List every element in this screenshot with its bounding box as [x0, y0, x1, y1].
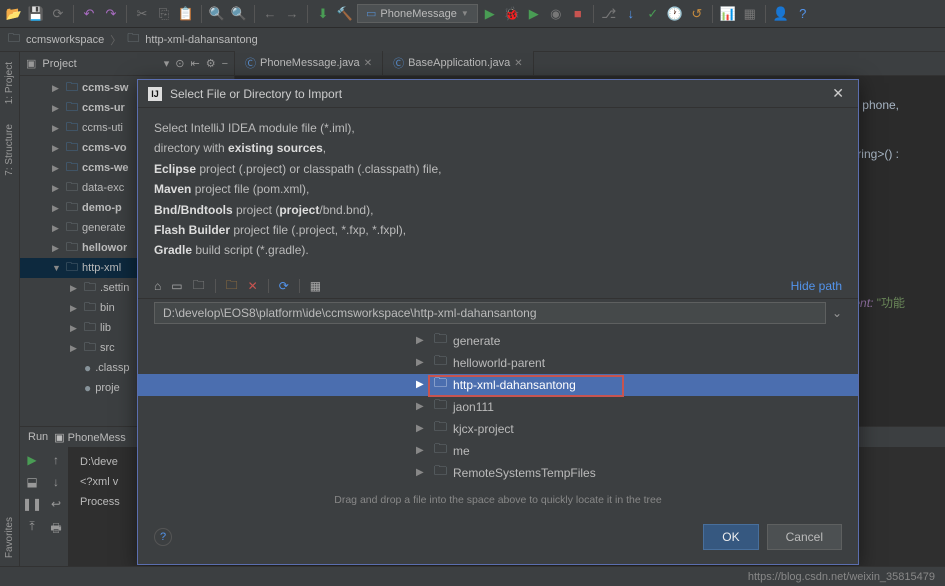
project-root-icon[interactable]: 🗀 [193, 276, 205, 297]
file-tree-item[interactable]: ▶🗀generate [138, 330, 858, 352]
close-icon[interactable]: ✕ [828, 85, 848, 102]
file-tree-item[interactable]: ▶🗀RemoteSystemsTempFiles [138, 462, 858, 484]
desktop-icon[interactable]: ▭ [171, 279, 182, 293]
cancel-button[interactable]: Cancel [767, 524, 842, 550]
status-bar: https://blog.csdn.net/weixin_35815479 [0, 566, 945, 586]
file-tree-item[interactable]: ▶🗀jaon111 [138, 396, 858, 418]
path-input[interactable] [154, 302, 826, 324]
footer-text: https://blog.csdn.net/weixin_35815479 [748, 571, 935, 583]
refresh-icon[interactable]: ⟳ [279, 279, 289, 293]
new-folder-icon[interactable]: 🗀 [226, 276, 238, 297]
file-tree[interactable]: ▶🗀generate▶🗀helloworld-parent▶🗀http-xml-… [138, 330, 858, 490]
hide-path-link[interactable]: Hide path [791, 279, 842, 293]
ok-button[interactable]: OK [703, 524, 758, 550]
file-tree-item[interactable]: ▶🗀helloworld-parent [138, 352, 858, 374]
dialog-hint: Drag and drop a file into the space abov… [138, 490, 858, 514]
file-tree-item[interactable]: ▶🗀me [138, 440, 858, 462]
delete-icon[interactable]: ✕ [248, 279, 258, 293]
file-tree-item[interactable]: ▶🗀kjcx-project [138, 418, 858, 440]
intellij-icon: IJ [148, 87, 162, 101]
history-dropdown-icon[interactable]: ⌄ [832, 306, 842, 320]
home-icon[interactable]: ⌂ [154, 279, 161, 293]
show-hidden-icon[interactable]: ▦ [310, 279, 321, 293]
file-tree-item[interactable]: ▶🗀http-xml-dahansantong [138, 374, 858, 396]
help-icon[interactable]: ? [154, 528, 172, 546]
dialog-title: Select File or Directory to Import [170, 87, 820, 101]
import-dialog: IJ Select File or Directory to Import ✕ … [137, 79, 859, 565]
dialog-toolbar: ⌂ ▭ 🗀 🗀 ✕ ⟳ ▦ Hide path [138, 275, 858, 299]
dialog-description: Select IntelliJ IDEA module file (*.iml)… [138, 108, 858, 275]
